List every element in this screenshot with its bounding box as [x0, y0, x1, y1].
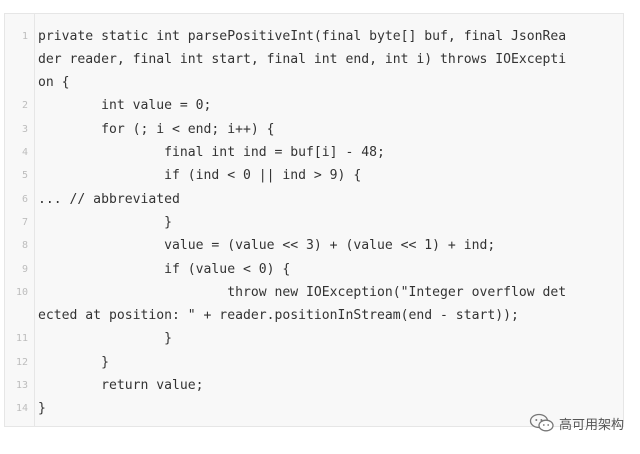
code-line: ected at position: " + reader.positionIn… — [38, 308, 519, 324]
code-line: return value; — [38, 378, 204, 393]
line-number: 13 — [15, 380, 28, 391]
wechat-icon — [529, 413, 554, 432]
code-block: 1 2 3 4 5 6 7 8 9 10 11 12 13 14 private static int p… — [4, 13, 624, 427]
line-number: 3 — [21, 123, 28, 135]
line-number: 6 — [21, 193, 28, 205]
code-line: } — [38, 331, 173, 347]
line-number-gutter: 1 2 3 4 5 6 7 8 9 10 11 12 13 14 — [5, 14, 35, 426]
line-number: 9 — [21, 263, 28, 275]
code-line: final int ind = buf[i] - 48; — [38, 145, 385, 160]
line-number: 11 — [15, 333, 28, 345]
code-line: der reader, final int start, final int e… — [38, 51, 567, 67]
code-line: ... // abbreviated — [38, 191, 180, 207]
code-line: throw new IOException("Integer overflow … — [38, 284, 567, 300]
watermark: 高可用架构 — [529, 413, 624, 433]
code-line: } — [38, 354, 109, 370]
line-number: 7 — [21, 216, 28, 228]
code-line: for (; i < end; i++) { — [38, 121, 275, 137]
line-number: 1 — [21, 30, 28, 42]
line-number: 4 — [21, 147, 28, 158]
code-line: if (ind < 0 || ind > 9) { — [38, 168, 362, 184]
code-line: private static int parsePositiveInt(fina… — [38, 28, 567, 44]
line-number: 2 — [21, 100, 28, 112]
code-line: } — [38, 214, 173, 230]
code-line: int value = 0; — [38, 98, 212, 114]
code-line: value = (value << 3) + (value << 1) + in… — [38, 238, 496, 254]
line-number: 10 — [15, 286, 28, 298]
code-line: on { — [38, 75, 70, 91]
code-line: if (value < 0) { — [38, 261, 291, 277]
line-number: 14 — [15, 403, 28, 415]
line-number: 8 — [21, 240, 28, 252]
line-number: 5 — [21, 170, 28, 182]
watermark-text: 高可用架构 — [558, 417, 624, 433]
line-number: 12 — [15, 356, 28, 368]
